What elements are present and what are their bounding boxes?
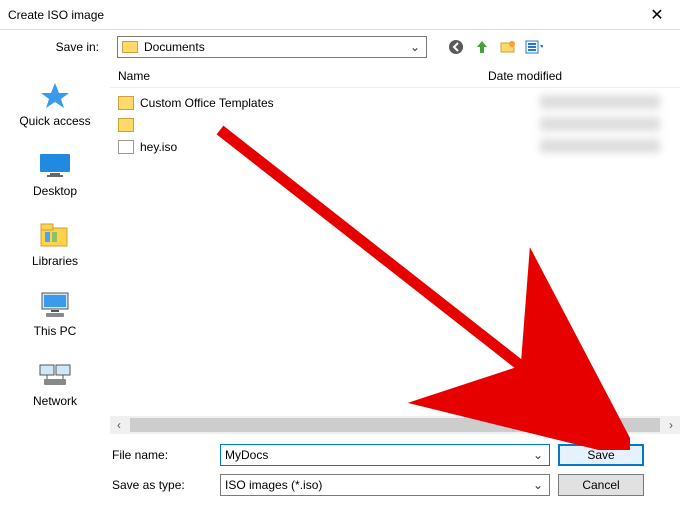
chevron-down-icon: ⌄ bbox=[408, 40, 422, 54]
back-icon[interactable] bbox=[447, 38, 465, 56]
list-item[interactable] bbox=[110, 114, 680, 136]
column-date-modified[interactable]: Date modified bbox=[480, 69, 680, 83]
file-name: Custom Office Templates bbox=[140, 96, 274, 110]
sidebar-label: Network bbox=[33, 394, 77, 408]
sidebar-item-libraries[interactable]: Libraries bbox=[32, 220, 78, 268]
file-name-field[interactable]: ⌄ bbox=[220, 444, 550, 466]
close-button[interactable]: ✕ bbox=[634, 0, 680, 30]
scroll-left-icon[interactable]: ‹ bbox=[110, 416, 128, 434]
date-modified bbox=[540, 117, 660, 131]
scroll-right-icon[interactable]: › bbox=[662, 416, 680, 434]
horizontal-scrollbar[interactable]: ‹ › bbox=[110, 416, 680, 434]
cancel-button[interactable]: Cancel bbox=[558, 474, 644, 496]
list-item[interactable]: hey.iso bbox=[110, 136, 680, 158]
desktop-icon bbox=[37, 150, 73, 180]
sidebar-label: This PC bbox=[34, 324, 77, 338]
file-list[interactable]: Custom Office Templates hey.iso bbox=[110, 88, 680, 416]
folder-icon bbox=[118, 96, 134, 110]
file-list-panel: Name Date modified Custom Office Templat… bbox=[110, 64, 680, 434]
save-button[interactable]: Save bbox=[558, 444, 644, 466]
list-item[interactable]: Custom Office Templates bbox=[110, 92, 680, 114]
save-as-type-value: ISO images (*.iso) bbox=[225, 478, 531, 492]
up-icon[interactable] bbox=[473, 38, 491, 56]
sidebar-label: Quick access bbox=[19, 114, 90, 128]
file-name-input[interactable] bbox=[225, 448, 531, 462]
network-icon bbox=[37, 360, 73, 390]
date-modified bbox=[540, 139, 660, 153]
chevron-down-icon[interactable]: ⌄ bbox=[531, 448, 545, 462]
view-menu-icon[interactable] bbox=[525, 38, 543, 56]
window-title: Create ISO image bbox=[8, 8, 634, 22]
sidebar-item-network[interactable]: Network bbox=[33, 360, 77, 408]
folder-icon bbox=[118, 118, 134, 132]
save-as-type-dropdown[interactable]: ISO images (*.iso) ⌄ bbox=[220, 474, 550, 496]
iso-file-icon bbox=[118, 140, 134, 154]
title-bar: Create ISO image ✕ bbox=[0, 0, 680, 30]
folder-icon bbox=[122, 41, 138, 53]
save-in-value: Documents bbox=[144, 40, 408, 54]
this-pc-icon bbox=[37, 290, 73, 320]
file-name: hey.iso bbox=[140, 140, 177, 154]
location-bar: Save in: Documents ⌄ bbox=[0, 30, 680, 64]
column-name[interactable]: Name bbox=[110, 69, 480, 83]
file-name-label: File name: bbox=[12, 448, 212, 462]
save-in-dropdown[interactable]: Documents ⌄ bbox=[117, 36, 427, 58]
chevron-down-icon[interactable]: ⌄ bbox=[531, 478, 545, 492]
places-sidebar: Quick access Desktop Libraries This PC N… bbox=[0, 64, 110, 434]
sidebar-item-quick-access[interactable]: Quick access bbox=[19, 80, 90, 128]
new-folder-icon[interactable] bbox=[499, 38, 517, 56]
save-in-label: Save in: bbox=[12, 40, 107, 54]
sidebar-label: Desktop bbox=[33, 184, 77, 198]
column-headers: Name Date modified bbox=[110, 64, 680, 88]
save-as-type-label: Save as type: bbox=[12, 478, 212, 492]
sidebar-item-desktop[interactable]: Desktop bbox=[33, 150, 77, 198]
bottom-form: File name: ⌄ Save Save as type: ISO imag… bbox=[0, 434, 680, 506]
quick-access-icon bbox=[37, 80, 73, 110]
sidebar-label: Libraries bbox=[32, 254, 78, 268]
date-modified bbox=[540, 95, 660, 109]
sidebar-item-this-pc[interactable]: This PC bbox=[34, 290, 77, 338]
scroll-track[interactable] bbox=[130, 418, 660, 432]
libraries-icon bbox=[37, 220, 73, 250]
